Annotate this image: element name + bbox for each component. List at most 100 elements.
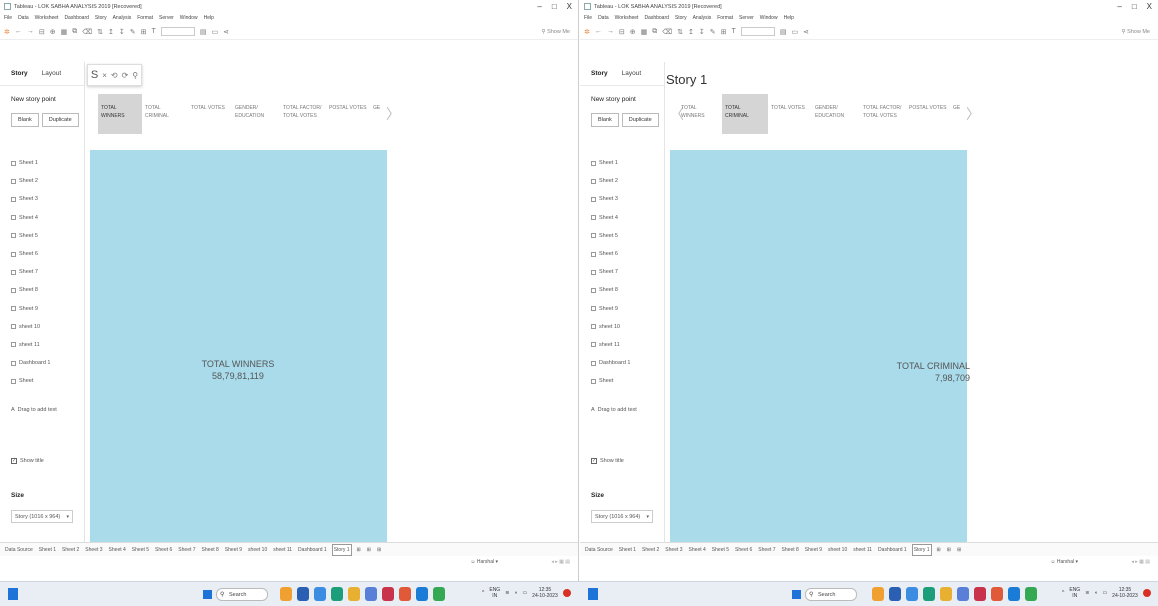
tab-sheet[interactable]: Sheet 3 bbox=[84, 545, 103, 555]
highlight-icon[interactable]: ✎ bbox=[710, 28, 716, 36]
close-button[interactable]: X bbox=[567, 2, 572, 11]
viz-area[interactable]: TOTAL WINNERS 58,79,81,119 bbox=[90, 150, 387, 543]
nav-next-arrow-icon[interactable]: 〉 bbox=[386, 104, 400, 124]
tab-story-1[interactable]: Story 1 bbox=[331, 543, 352, 556]
app-icon[interactable] bbox=[280, 587, 292, 601]
tab-sheet[interactable]: Sheet 2 bbox=[61, 545, 80, 555]
story-point-ge[interactable]: GE bbox=[950, 94, 962, 134]
tab-sheet[interactable]: Sheet 5 bbox=[131, 545, 150, 555]
tab-sheet[interactable]: Sheet 1 bbox=[38, 545, 57, 555]
new-dashboard-icon[interactable]: ⊞ bbox=[946, 545, 952, 555]
label-icon[interactable]: T bbox=[732, 28, 736, 35]
menu-story[interactable]: Story bbox=[95, 15, 107, 21]
story-point-total-winners[interactable]: TOTAL WINNERS bbox=[98, 94, 142, 134]
menu-format[interactable]: Format bbox=[137, 15, 153, 21]
duplicate-icon[interactable]: ⧉ bbox=[72, 28, 77, 36]
new-story-icon[interactable]: ⊞ bbox=[376, 545, 382, 555]
search-icon[interactable]: ⚲ bbox=[132, 71, 138, 80]
volume-icon[interactable]: ◖ bbox=[1094, 590, 1097, 596]
story-point-gender-education[interactable]: GENDER/ EDUCATION bbox=[812, 94, 860, 134]
tab-sheet[interactable]: Sheet 4 bbox=[108, 545, 127, 555]
tab-layout[interactable]: Layout bbox=[42, 70, 62, 77]
sort-asc-icon[interactable]: ↥ bbox=[688, 28, 694, 36]
delete-icon[interactable]: × bbox=[102, 71, 107, 80]
menu-window[interactable]: Window bbox=[760, 15, 778, 21]
wifi-icon[interactable]: ≋ bbox=[1085, 590, 1089, 596]
blank-button[interactable]: Blank bbox=[591, 113, 619, 127]
tab-sheet[interactable]: Sheet 1 bbox=[618, 545, 637, 555]
maximize-button[interactable]: □ bbox=[552, 2, 557, 11]
app-icon[interactable] bbox=[314, 587, 326, 601]
volume-icon[interactable]: ◖ bbox=[514, 590, 517, 596]
sheet-item[interactable]: Sheet 3 bbox=[591, 190, 660, 208]
taskbar-search[interactable]: ⚲ Search bbox=[805, 588, 857, 601]
tab-story-1[interactable]: Story 1 bbox=[911, 543, 932, 556]
new-worksheet-icon[interactable]: ⊞ bbox=[356, 545, 362, 555]
sort-desc-icon[interactable]: ↧ bbox=[699, 28, 705, 36]
new-dashboard-icon[interactable]: ⊞ bbox=[366, 545, 372, 555]
sheet-item[interactable]: Sheet 4 bbox=[11, 209, 80, 227]
tab-dashboard[interactable]: Dashboard 1 bbox=[297, 545, 328, 555]
sheet-item[interactable]: Sheet 1 bbox=[11, 154, 80, 172]
tab-data-source[interactable]: Data Source bbox=[4, 545, 34, 555]
tab-sheet[interactable]: Sheet 7 bbox=[757, 545, 776, 555]
tab-sheet[interactable]: sheet 10 bbox=[827, 545, 848, 555]
dashboard-item[interactable]: Dashboard 1 bbox=[591, 354, 660, 372]
menu-server[interactable]: Server bbox=[739, 15, 754, 21]
sheet-item[interactable]: Sheet 2 bbox=[11, 172, 80, 190]
forward-icon[interactable]: → bbox=[607, 28, 614, 35]
back-icon[interactable]: ← bbox=[15, 28, 22, 35]
user-menu[interactable]: ☺ Harshal ▾ bbox=[1050, 559, 1078, 565]
story-point-total-winners[interactable]: TOTAL WINNERS bbox=[678, 94, 722, 134]
chrome-icon[interactable] bbox=[433, 587, 445, 601]
sheet-item[interactable]: Sheet 7 bbox=[591, 263, 660, 281]
menu-help[interactable]: Help bbox=[784, 15, 794, 21]
chrome-icon[interactable] bbox=[1025, 587, 1037, 601]
minimize-button[interactable]: – bbox=[1117, 2, 1121, 11]
windows-start-icon[interactable] bbox=[792, 590, 801, 599]
size-select[interactable]: Story (1016 x 964) ▾ bbox=[591, 510, 653, 523]
tab-sheet[interactable]: Sheet 8 bbox=[781, 545, 800, 555]
presentation-icon[interactable]: ▭ bbox=[791, 28, 798, 36]
highlight-icon[interactable]: ✎ bbox=[130, 28, 136, 36]
tab-dashboard[interactable]: Dashboard 1 bbox=[877, 545, 908, 555]
sheet-nav-controls[interactable]: ◂ ▸ ▦ ▤ bbox=[1131, 559, 1150, 565]
viz-area[interactable]: TOTAL CRIMINAL 7,98,709 bbox=[670, 150, 970, 543]
tray-chevron-icon[interactable]: ^ bbox=[482, 590, 484, 596]
sheet-item[interactable]: Sheet 9 bbox=[591, 300, 660, 318]
tab-data-source[interactable]: Data Source bbox=[584, 545, 614, 555]
tab-sheet[interactable]: Sheet 9 bbox=[804, 545, 823, 555]
new-worksheet-icon[interactable]: ⊞ bbox=[936, 545, 942, 555]
app-icon[interactable] bbox=[889, 587, 901, 601]
menu-dashboard[interactable]: Dashboard bbox=[64, 15, 88, 21]
story-point-total-criminal[interactable]: TOTAL CRIMINAL bbox=[142, 94, 188, 134]
app-icon[interactable] bbox=[991, 587, 1003, 601]
app-icon[interactable] bbox=[331, 587, 343, 601]
app-icon[interactable] bbox=[348, 587, 360, 601]
new-sheet-icon[interactable]: ▦ bbox=[641, 28, 648, 36]
clear-icon[interactable]: ⌫ bbox=[662, 28, 672, 36]
fit-select[interactable] bbox=[740, 27, 775, 36]
tab-story[interactable]: Story bbox=[591, 70, 608, 77]
app-icon[interactable] bbox=[872, 587, 884, 601]
taskbar-search[interactable]: ⚲ Search bbox=[216, 588, 268, 601]
menu-file[interactable]: File bbox=[4, 15, 12, 21]
save-icon[interactable]: ⊟ bbox=[619, 28, 625, 36]
new-datasource-icon[interactable]: ⊕ bbox=[630, 28, 636, 36]
story-point-gender-education[interactable]: GENDER/ EDUCATION bbox=[232, 94, 280, 134]
menu-dashboard[interactable]: Dashboard bbox=[644, 15, 668, 21]
story-point-total-factor[interactable]: TOTAL FACTOR/ TOTAL VOTES bbox=[860, 94, 906, 134]
app-icon[interactable] bbox=[940, 587, 952, 601]
update-icon[interactable]: ⟳ bbox=[122, 71, 129, 80]
story-point-total-factor[interactable]: TOTAL FACTOR/ TOTAL VOTES bbox=[280, 94, 326, 134]
maximize-button[interactable]: □ bbox=[1132, 2, 1137, 11]
show-me-button[interactable]: ⚲ Show Me bbox=[1122, 29, 1151, 35]
app-icon[interactable] bbox=[297, 587, 309, 601]
new-sheet-icon[interactable]: ▦ bbox=[61, 28, 68, 36]
sheet-item[interactable]: Sheet 5 bbox=[591, 227, 660, 245]
sort-asc-icon[interactable]: ↥ bbox=[108, 28, 114, 36]
tab-sheet[interactable]: Sheet 6 bbox=[734, 545, 753, 555]
show-cards-icon[interactable]: ▤ bbox=[780, 28, 787, 36]
menu-data[interactable]: Data bbox=[18, 15, 29, 21]
story-point-total-criminal[interactable]: TOTAL CRIMINAL bbox=[722, 94, 768, 134]
